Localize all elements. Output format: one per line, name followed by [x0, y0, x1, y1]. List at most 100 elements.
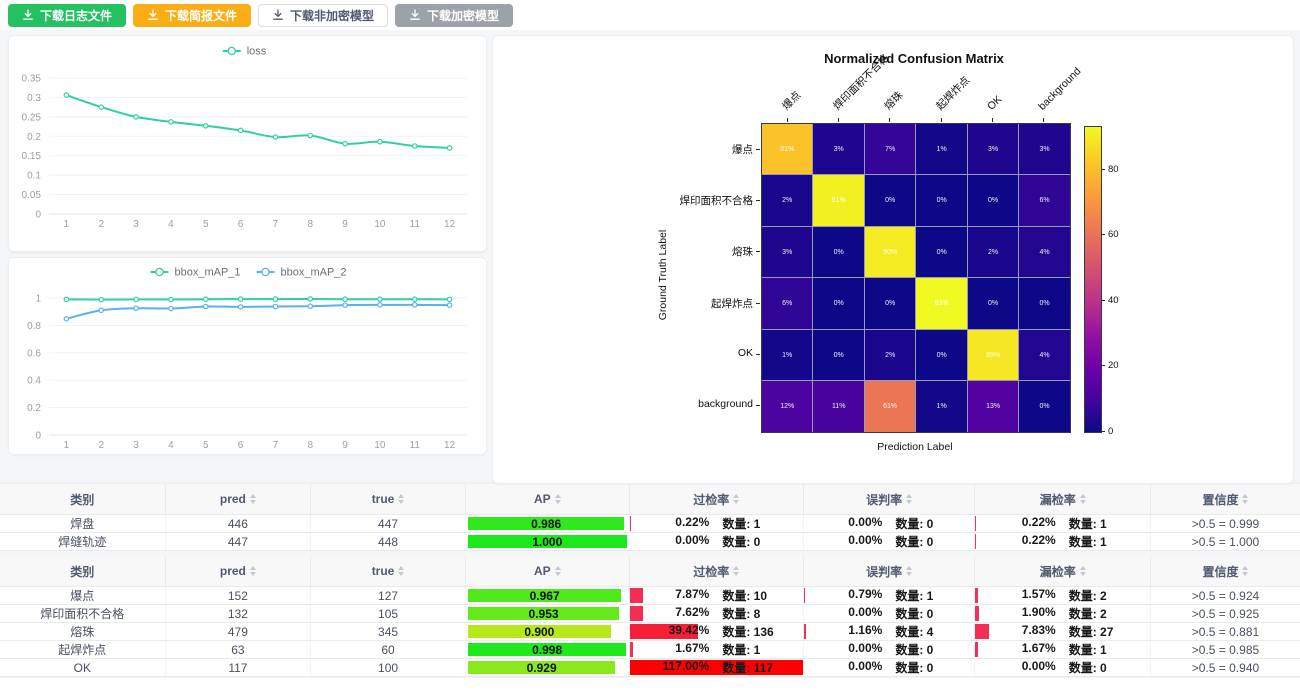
svg-text:2: 2	[98, 219, 104, 230]
column-header-3: true	[311, 484, 466, 515]
sort-icon[interactable]	[398, 494, 404, 504]
svg-text:0: 0	[35, 210, 41, 221]
misjudge-percent: 0.00%	[804, 659, 882, 676]
heatmap-row-label: 爆点	[643, 142, 753, 157]
column-header-label: true	[372, 492, 395, 506]
dashboard-page: 下载日志文件下载简报文件下载非加密模型下载加密模型 00.050.10.150.…	[0, 0, 1300, 664]
colorbar-tick-label: 0	[1108, 426, 1113, 437]
axis-tick	[756, 149, 760, 150]
cell-ap: 0.929	[465, 659, 629, 677]
sort-asc-caret	[733, 494, 739, 498]
heatmap-cell: 90%	[865, 227, 915, 277]
missdetect-count: 数量: 1	[1056, 533, 1151, 550]
sort-icon[interactable]	[398, 566, 404, 576]
table-row: 焊印面积不合格1321050.9537.62%数量: 80.00%数量: 01.…	[0, 605, 1300, 623]
heatmap-cell: 6%	[762, 278, 812, 328]
sort-icon[interactable]	[1080, 494, 1086, 504]
svg-text:5: 5	[203, 219, 209, 230]
overdetect-count: 数量: 1	[709, 515, 803, 532]
cell-pred: 132	[165, 605, 311, 623]
heatmap-cell: 3%	[968, 124, 1018, 174]
svg-text:12: 12	[444, 440, 456, 451]
colorbar-tick	[1101, 300, 1105, 301]
legend-item-bbox_mAP_1[interactable]: bbox_mAP_1	[151, 267, 241, 279]
svg-text:12: 12	[444, 219, 456, 230]
sort-icon[interactable]	[555, 494, 561, 504]
cell-category: 焊印面积不合格	[0, 605, 165, 623]
download-button-2[interactable]: 下载简报文件	[133, 4, 251, 27]
sort-icon[interactable]	[250, 494, 256, 504]
download-button-1[interactable]: 下载日志文件	[8, 4, 126, 27]
table-row: 起焊炸点63600.9981.67%数量: 10.00%数量: 01.67%数量…	[0, 641, 1300, 659]
sort-icon[interactable]	[733, 566, 739, 576]
sort-icon[interactable]	[250, 566, 256, 576]
missdetect-count: 数量: 2	[1056, 605, 1151, 622]
axis-tick	[756, 303, 760, 304]
colorbar-tick	[1101, 234, 1105, 235]
column-header-label: 过检率	[693, 563, 729, 580]
svg-text:6: 6	[238, 219, 244, 230]
legend-item-bbox_mAP_2[interactable]: bbox_mAP_2	[257, 267, 347, 279]
overdetect-percent: 1.67%	[630, 641, 710, 658]
misjudge-percent: 0.00%	[804, 533, 882, 550]
cell-overdetect: 1.67%数量: 1	[629, 641, 803, 659]
axis-tick	[889, 118, 890, 122]
sort-icon[interactable]	[555, 566, 561, 576]
column-header-4: AP	[465, 556, 629, 587]
heatmap-cell: 2%	[968, 227, 1018, 277]
missdetect-percent: 1.67%	[975, 641, 1055, 658]
heatmap-cell: 0%	[916, 227, 966, 277]
axis-tick	[756, 251, 760, 252]
misjudge-count: 数量: 0	[882, 605, 975, 622]
colorbar-tick	[1101, 431, 1105, 432]
heatmap-cell: 93%	[916, 278, 966, 328]
axis-tick	[756, 354, 760, 355]
sort-icon[interactable]	[906, 494, 912, 504]
column-header-2: pred	[165, 556, 311, 587]
sort-icon[interactable]	[906, 566, 912, 576]
heatmap-cell: 0%	[865, 175, 915, 225]
download-button-3[interactable]: 下载非加密模型	[258, 4, 388, 27]
sort-icon[interactable]	[1080, 566, 1086, 576]
heatmap-cell: 81%	[762, 124, 812, 174]
svg-text:10: 10	[374, 219, 386, 230]
column-header-label: AP	[534, 492, 551, 506]
column-header-6: 误判率	[803, 484, 975, 515]
axis-tick	[1043, 118, 1044, 122]
svg-text:5: 5	[203, 440, 209, 451]
column-header-8: 置信度	[1150, 484, 1300, 515]
sort-asc-caret	[398, 566, 404, 570]
sort-icon[interactable]	[733, 494, 739, 504]
cell-ap: 0.967	[465, 587, 629, 605]
ap-bar: 0.967	[468, 589, 622, 602]
cell-misjudge: 1.16%数量: 4	[803, 623, 975, 641]
svg-text:bbox_mAP_1: bbox_mAP_1	[175, 267, 241, 279]
toolbar: 下载日志文件下载简报文件下载非加密模型 下载加密模型	[0, 0, 1300, 30]
misjudge-count: 数量: 4	[882, 623, 975, 640]
sort-icon[interactable]	[1242, 494, 1248, 504]
sort-icon[interactable]	[1242, 566, 1248, 576]
download-button-label: 下载加密模型	[427, 7, 499, 24]
misjudge-percent: 1.16%	[804, 623, 882, 640]
ap-bar: 0.998	[468, 643, 626, 656]
overdetect-percent: 0.22%	[630, 515, 710, 532]
heatmap-cell: 0%	[865, 278, 915, 328]
sort-desc-caret	[250, 572, 256, 576]
cell-ap: 0.900	[465, 623, 629, 641]
loss-chart: 00.050.10.150.20.250.30.3512345678910111…	[9, 36, 486, 251]
ap-bar: 0.986	[468, 517, 625, 530]
column-header-label: 过检率	[693, 491, 729, 508]
sort-asc-caret	[1080, 494, 1086, 498]
column-header-label: AP	[534, 564, 551, 578]
svg-text:7: 7	[273, 219, 279, 230]
misjudge-count: 数量: 0	[882, 659, 975, 676]
cell-pred: 446	[165, 515, 311, 533]
download-button-4[interactable]: 下载加密模型	[395, 4, 513, 27]
heatmap-title: Normalized Confusion Matrix	[493, 51, 1294, 66]
cell-misjudge: 0.00%数量: 0	[803, 515, 975, 533]
cell-confidence: >0.5 = 0.924	[1150, 587, 1300, 605]
heatmap-cell: 0%	[916, 330, 966, 380]
heatmap-cell: 1%	[916, 381, 966, 431]
legend-item-loss[interactable]: loss	[223, 46, 267, 58]
column-header-1: 类别	[0, 484, 165, 515]
